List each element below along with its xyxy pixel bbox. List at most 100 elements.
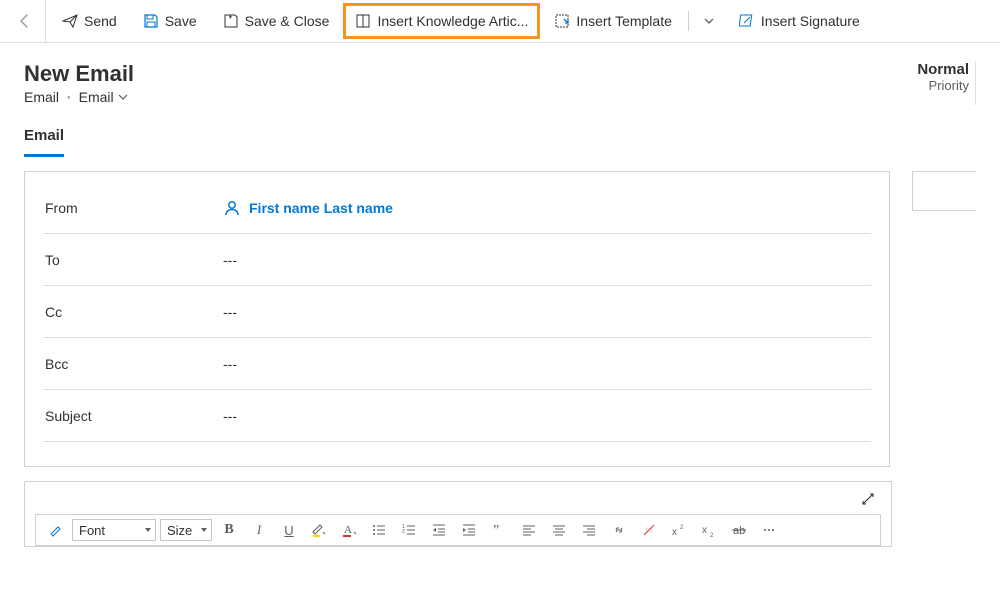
save-label: Save [165,13,197,29]
sub-icon: x2 [702,523,716,537]
expand-button[interactable] [861,492,875,506]
template-icon [554,13,570,29]
insert-template-button[interactable]: Insert Template [544,5,681,37]
to-field[interactable]: --- [223,252,237,268]
chevron-down-icon [118,92,128,102]
breadcrumb-entity[interactable]: Email [79,89,128,105]
save-close-label: Save & Close [245,13,330,29]
svg-text:x: x [672,527,677,537]
toolbar-separator [688,11,689,31]
svg-text:x: x [702,525,707,536]
tab-email[interactable]: Email [24,117,64,157]
save-button[interactable]: Save [133,5,207,37]
bcc-label: Bcc [43,356,223,372]
bullets-icon [372,523,386,537]
chevron-down-icon [703,15,715,27]
bullet-list-button[interactable] [366,519,392,541]
italic-button[interactable]: I [246,519,272,541]
from-field[interactable]: First name Last name [223,199,393,217]
breadcrumb-separator: ● [67,95,71,101]
quote-icon: ” [492,523,506,537]
sup-icon: x2 [672,523,686,537]
signature-icon [739,13,755,29]
indent-button[interactable] [456,519,482,541]
font-color-icon: A [341,523,357,537]
editor-panel: Font Size B I U A 12 ” [24,481,892,547]
highlight-button[interactable] [306,519,332,541]
paint-icon [48,523,62,537]
insert-signature-button[interactable]: Insert Signature [729,5,870,37]
cc-field[interactable]: --- [223,304,237,320]
outdent-button[interactable] [426,519,452,541]
insert-template-label: Insert Template [576,13,671,29]
indent-icon [462,523,476,537]
cc-row: Cc --- [43,286,871,338]
link-button[interactable] [606,519,632,541]
breadcrumb: Email ● Email [24,89,134,105]
cc-label: Cc [43,304,223,320]
person-icon [223,199,241,217]
strike-button[interactable]: abc [726,519,752,541]
ellipsis-icon [762,523,776,537]
send-button[interactable]: Send [52,5,127,37]
align-right-icon [582,523,596,537]
back-button[interactable] [4,0,46,43]
outdent-icon [432,523,446,537]
template-dropdown[interactable] [695,5,723,37]
send-icon [62,13,78,29]
svg-text:2: 2 [402,529,405,535]
from-value: First name Last name [249,200,393,216]
send-label: Send [84,13,117,29]
tabs: Email [0,111,1000,157]
align-center-icon [552,523,566,537]
svg-text:”: ” [493,523,499,537]
format-painter-button[interactable] [42,519,68,541]
unlink-icon [642,523,656,537]
from-row: From First name Last name [43,182,871,234]
underline-button[interactable]: U [276,519,302,541]
save-close-button[interactable]: Save & Close [213,5,340,37]
link-icon [612,523,626,537]
svg-text:abc: abc [733,525,746,537]
unlink-button[interactable] [636,519,662,541]
bcc-row: Bcc --- [43,338,871,390]
numbers-icon: 12 [402,523,416,537]
subject-field[interactable]: --- [223,408,237,424]
numbered-list-button[interactable]: 12 [396,519,422,541]
highlight-icon [311,523,327,537]
strike-icon: abc [732,523,746,537]
back-arrow-icon [17,13,33,29]
insert-knowledge-button[interactable]: Insert Knowledge Artic... [345,5,538,37]
to-label: To [43,252,223,268]
expand-icon [861,492,875,506]
svg-text:A: A [344,524,352,536]
font-select[interactable]: Font [72,519,156,541]
book-icon [355,13,371,29]
align-right-button[interactable] [576,519,602,541]
align-left-button[interactable] [516,519,542,541]
priority-value: Normal [917,61,969,78]
editor-toolbar: Font Size B I U A 12 ” [35,514,881,546]
to-row: To --- [43,234,871,286]
font-color-button[interactable]: A [336,519,362,541]
page-header: New Email Email ● Email Normal Priority [0,43,1000,111]
more-button[interactable] [756,519,782,541]
email-form: From First name Last name To --- Cc --- … [24,171,890,467]
size-select[interactable]: Size [160,519,212,541]
save-icon [143,13,159,29]
insert-knowledge-label: Insert Knowledge Artic... [377,13,528,29]
from-label: From [43,200,223,216]
align-center-button[interactable] [546,519,572,541]
command-bar: Send Save Save & Close Insert Knowledge … [0,0,1000,43]
bold-button[interactable]: B [216,519,242,541]
subject-row: Subject --- [43,390,871,442]
bcc-field[interactable]: --- [223,356,237,372]
page-title: New Email [24,61,134,87]
subscript-button[interactable]: x2 [696,519,722,541]
align-left-icon [522,523,536,537]
blockquote-button[interactable]: ” [486,519,512,541]
side-panel[interactable] [912,171,976,211]
breadcrumb-root[interactable]: Email [24,89,59,105]
priority-field[interactable]: Normal Priority [917,61,976,105]
superscript-button[interactable]: x2 [666,519,692,541]
